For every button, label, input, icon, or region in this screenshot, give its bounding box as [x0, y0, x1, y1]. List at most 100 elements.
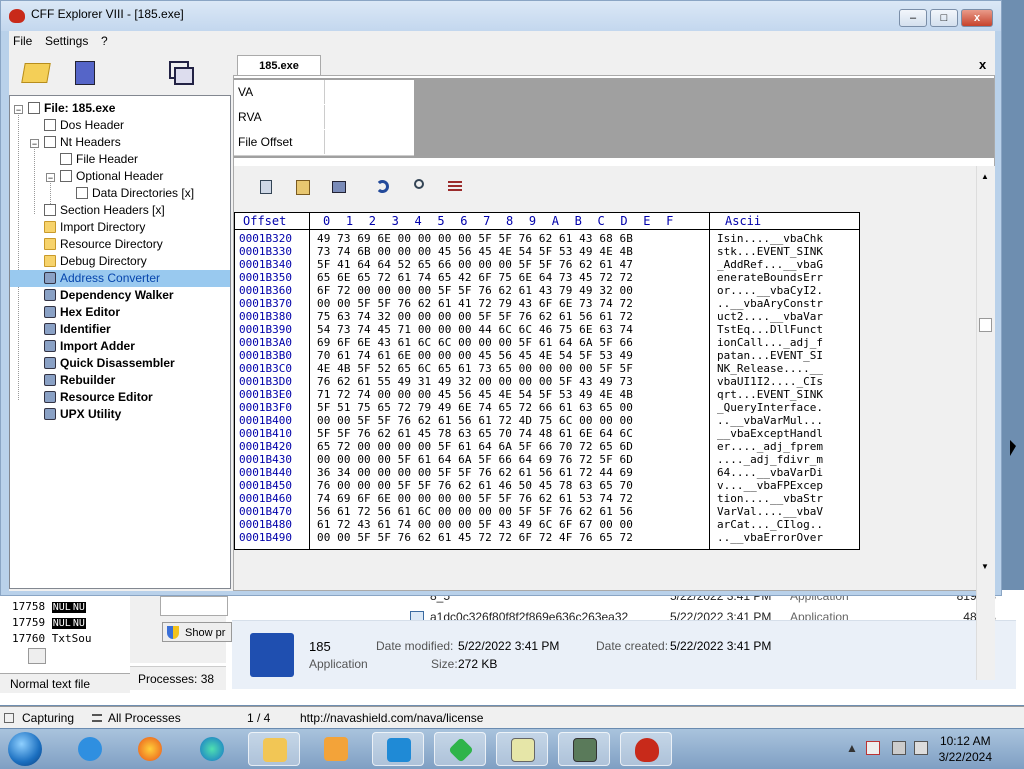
taskbar-cff-explorer[interactable] [620, 732, 672, 766]
hex-asc-20[interactable]: tion....__vbaStr [717, 492, 823, 505]
taskbar-ie[interactable] [64, 732, 116, 766]
close-button[interactable]: x [961, 9, 993, 27]
taskbar-notepad[interactable] [496, 732, 548, 766]
taskbar-media[interactable] [310, 732, 362, 766]
hex-off-15[interactable]: 0001B410 [239, 427, 292, 440]
tree-item-section-headers[interactable]: Section Headers [x] [44, 202, 165, 219]
hex-asc-23[interactable]: ..__vbaErrorOver [717, 531, 823, 544]
hex-bytes-12[interactable]: 71 72 74 00 00 00 45 56 45 4E 54 5F 53 4… [317, 388, 633, 401]
tree-item-rebuilder[interactable]: Rebuilder [44, 372, 115, 389]
hex-bytes-3[interactable]: 65 6E 65 72 61 74 65 42 6F 75 6E 64 73 4… [317, 271, 633, 284]
hex-asc-15[interactable]: __vbaExceptHandl [717, 427, 823, 440]
hex-off-16[interactable]: 0001B420 [239, 440, 292, 453]
tree-item-data-directories[interactable]: Data Directories [x] [76, 185, 194, 202]
windows-button[interactable] [165, 55, 197, 89]
show-hidden-icons-icon[interactable]: ▲ [846, 741, 858, 755]
hex-asc-16[interactable]: er...._adj_fprem [717, 440, 823, 453]
hex-bytes-22[interactable]: 61 72 43 61 74 00 00 00 5F 43 49 6C 6F 6… [317, 518, 633, 531]
hex-bytes-10[interactable]: 4E 4B 5F 52 65 6C 65 61 73 65 00 00 00 0… [317, 362, 633, 375]
tree-item-resource-editor[interactable]: Resource Editor [44, 389, 153, 406]
taskbar-edge[interactable] [186, 732, 238, 766]
taskbar-nava[interactable] [372, 732, 424, 766]
hex-bytes-7[interactable]: 54 73 74 45 71 00 00 00 44 6C 6C 46 75 6… [317, 323, 633, 336]
expand-nt-headers-icon[interactable]: − [30, 139, 39, 149]
hex-asc-4[interactable]: or....__vbaCyI2. [717, 284, 823, 297]
tree-item-nt-headers[interactable]: Nt Headers [44, 134, 121, 151]
hex-asc-19[interactable]: v...__vbaFPExcep [717, 479, 823, 492]
hex-off-22[interactable]: 0001B480 [239, 518, 292, 531]
tree-item-quick-disassembler[interactable]: Quick Disassembler [44, 355, 175, 372]
hex-asc-10[interactable]: NK_Release....__ [717, 362, 823, 375]
hex-bytes-16[interactable]: 65 72 00 00 00 00 5F 61 64 6A 5F 66 70 7… [317, 440, 633, 453]
hex-asc-13[interactable]: _QueryInterface. [717, 401, 823, 414]
hex-off-0[interactable]: 0001B320 [239, 232, 292, 245]
hex-asc-6[interactable]: uct2....__vbaVar [717, 310, 823, 323]
close-tab-icon[interactable]: x [979, 57, 986, 72]
hex-asc-1[interactable]: stk...EVENT_SINK [717, 245, 823, 258]
minimize-button[interactable]: – [899, 9, 927, 27]
tree-item-upx-utility[interactable]: UPX Utility [44, 406, 121, 423]
hex-asc-9[interactable]: patan...EVENT_SI [717, 349, 823, 362]
hex-off-19[interactable]: 0001B450 [239, 479, 292, 492]
hex-bytes-9[interactable]: 70 61 74 61 6E 00 00 00 45 56 45 4E 54 5… [317, 349, 633, 362]
paste-button[interactable] [294, 178, 312, 196]
hex-asc-21[interactable]: VarVal....__vbaV [717, 505, 823, 518]
tree-item-debug-directory[interactable]: Debug Directory [44, 253, 147, 270]
hex-asc-22[interactable]: arCat..._CIlog.. [717, 518, 823, 531]
hex-bytes-6[interactable]: 75 63 74 32 00 00 00 00 5F 5F 76 62 61 5… [317, 310, 633, 323]
rva-input[interactable] [324, 105, 414, 129]
tree-item-hex-editor[interactable]: Hex Editor [44, 304, 120, 321]
hex-off-8[interactable]: 0001B3A0 [239, 336, 292, 349]
tree-item-address-converter[interactable]: Address Converter [10, 270, 230, 287]
tree-item-import-adder[interactable]: Import Adder [44, 338, 135, 355]
convert-button[interactable] [446, 178, 464, 196]
va-input[interactable] [324, 80, 414, 104]
menu-file[interactable]: File [9, 31, 36, 51]
tab-185-exe[interactable]: 185.exe [237, 55, 321, 76]
hex-bytes-14[interactable]: 00 00 5F 5F 76 62 61 56 61 72 4D 75 6C 0… [317, 414, 633, 427]
scroll-down-icon[interactable]: ▼ [981, 562, 989, 571]
hex-bytes-15[interactable]: 5F 5F 76 62 61 45 78 63 65 70 74 48 61 6… [317, 427, 633, 440]
volume-icon[interactable] [914, 741, 928, 755]
taskbar-task-manager[interactable] [558, 732, 610, 766]
hex-off-17[interactable]: 0001B430 [239, 453, 292, 466]
hex-off-6[interactable]: 0001B380 [239, 310, 292, 323]
maximize-button[interactable]: □ [930, 9, 958, 27]
hex-asc-12[interactable]: qrt...EVENT_SINK [717, 388, 823, 401]
hex-bytes-20[interactable]: 74 69 6F 6E 00 00 00 00 5F 5F 76 62 61 5… [317, 492, 633, 505]
hex-bytes-18[interactable]: 36 34 00 00 00 00 5F 5F 76 62 61 56 61 7… [317, 466, 633, 479]
hex-asc-8[interactable]: ionCall..._adj_f [717, 336, 823, 349]
hex-asc-0[interactable]: Isin....__vbaChk [717, 232, 823, 245]
taskbar-firefox[interactable] [124, 732, 176, 766]
select-button[interactable] [330, 178, 348, 196]
hex-off-7[interactable]: 0001B390 [239, 323, 292, 336]
hex-bytes-5[interactable]: 00 00 5F 5F 76 62 61 41 72 79 43 6F 6E 7… [317, 297, 633, 310]
tree-item-optional-header[interactable]: Optional Header [60, 168, 163, 185]
hex-asc-5[interactable]: ..__vbaAryConstr [717, 297, 823, 310]
hex-asc-3[interactable]: enerateBoundsErr [717, 271, 823, 284]
tree-item-dependency-walker[interactable]: Dependency Walker [44, 287, 174, 304]
hex-off-18[interactable]: 0001B440 [239, 466, 292, 479]
tree-item-resource-directory[interactable]: Resource Directory [44, 236, 163, 253]
hex-off-5[interactable]: 0001B370 [239, 297, 292, 310]
status-capturing[interactable]: Capturing [22, 707, 74, 729]
hex-bytes-4[interactable]: 6F 72 00 00 00 00 5F 5F 76 62 61 43 79 4… [317, 284, 633, 297]
hex-off-1[interactable]: 0001B330 [239, 245, 292, 258]
hex-asc-14[interactable]: ..__vbaVarMul... [717, 414, 823, 427]
hex-bytes-21[interactable]: 56 61 72 56 61 6C 00 00 00 00 5F 5F 76 6… [317, 505, 633, 518]
hex-bytes-0[interactable]: 49 73 69 6E 00 00 00 00 5F 5F 76 62 61 4… [317, 232, 633, 245]
hex-grid[interactable]: Offset 0 1 2 3 4 5 6 7 8 9 A B C D E F A… [234, 212, 860, 550]
hex-bytes-17[interactable]: 00 00 00 00 5F 61 64 6A 5F 66 64 69 76 7… [317, 453, 633, 466]
hex-bytes-2[interactable]: 5F 41 64 64 52 65 66 00 00 00 5F 5F 76 6… [317, 258, 633, 271]
status-all-processes[interactable]: All Processes [108, 707, 181, 729]
hex-off-13[interactable]: 0001B3F0 [239, 401, 292, 414]
expand-root-icon[interactable]: − [14, 105, 23, 115]
hex-bytes-13[interactable]: 5F 51 75 65 72 79 49 6E 74 65 72 66 61 6… [317, 401, 633, 414]
scroll-thumb[interactable] [979, 318, 992, 332]
open-file-button[interactable] [21, 55, 53, 89]
hex-bytes-19[interactable]: 76 00 00 00 5F 5F 76 62 61 46 50 45 78 6… [317, 479, 633, 492]
hex-asc-11[interactable]: vbaUI1I2...._CIs [717, 375, 823, 388]
menu-settings[interactable]: Settings [41, 31, 92, 51]
hex-off-14[interactable]: 0001B400 [239, 414, 292, 427]
show-processes-button[interactable]: Show pr [162, 622, 232, 642]
